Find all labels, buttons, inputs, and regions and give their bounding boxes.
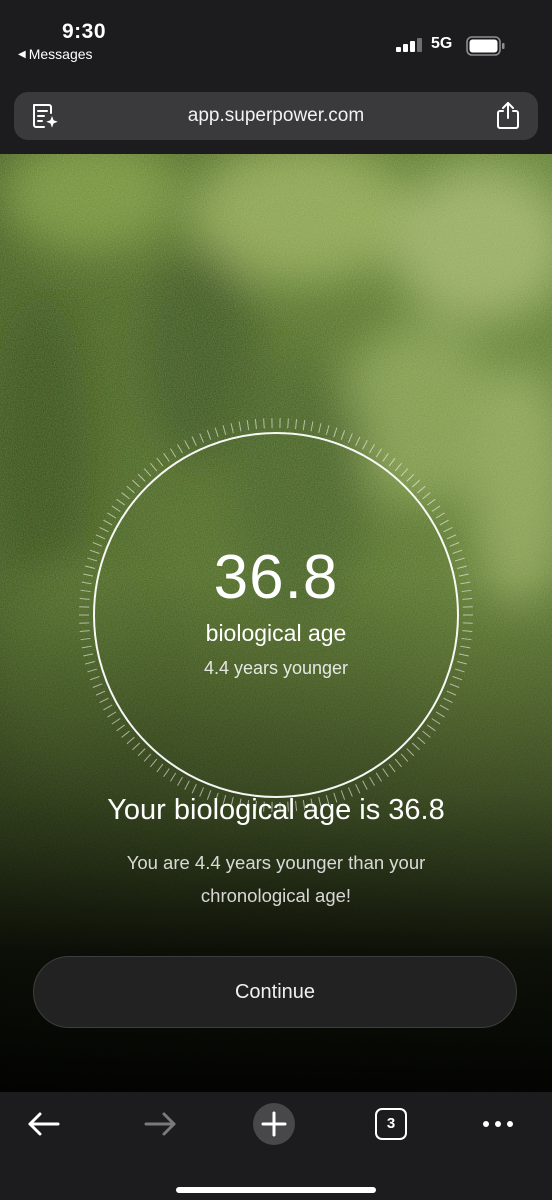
- age-difference-text: 4.4 years younger: [203, 658, 349, 678]
- web-content: 36.8 biological age 4.4 years younger Yo…: [0, 154, 552, 1092]
- browser-toolbar: 3: [0, 1092, 552, 1200]
- browser-address-area: app.superpower.com: [0, 82, 552, 154]
- share-icon[interactable]: [494, 100, 522, 130]
- back-to-app-link[interactable]: ◀ Messages: [18, 46, 93, 62]
- plus-icon[interactable]: [252, 1102, 296, 1146]
- back-triangle-icon: ◀: [18, 48, 26, 60]
- cellular-signal-icon: [396, 38, 422, 52]
- continue-button[interactable]: Continue: [33, 956, 517, 1028]
- phone-screen: 9:30 ◀ Messages 5G app.superpower.com 36…: [0, 0, 552, 1200]
- biological-age-label: biological age: [205, 620, 347, 646]
- tabs-icon[interactable]: 3: [375, 1108, 407, 1140]
- more-icon[interactable]: [476, 1102, 520, 1146]
- back-arrow-icon[interactable]: [22, 1102, 66, 1146]
- dial-tick: [287, 418, 289, 429]
- forward-arrow-icon[interactable]: [138, 1102, 182, 1146]
- status-bar: 9:30 ◀ Messages 5G: [0, 0, 552, 82]
- battery-icon: [466, 36, 505, 56]
- address-bar[interactable]: app.superpower.com: [14, 92, 538, 140]
- home-indicator: [176, 1187, 376, 1193]
- biological-age-value: 36.8: [213, 543, 339, 612]
- result-title: Your biological age is 36.8: [107, 794, 445, 826]
- back-app-label: Messages: [28, 46, 93, 62]
- dial-tick: [263, 418, 265, 429]
- url-text: app.superpower.com: [187, 105, 365, 126]
- network-type: 5G: [431, 35, 453, 52]
- result-description: You are 4.4 years younger than your chro…: [126, 852, 426, 906]
- status-time: 9:30: [62, 20, 107, 43]
